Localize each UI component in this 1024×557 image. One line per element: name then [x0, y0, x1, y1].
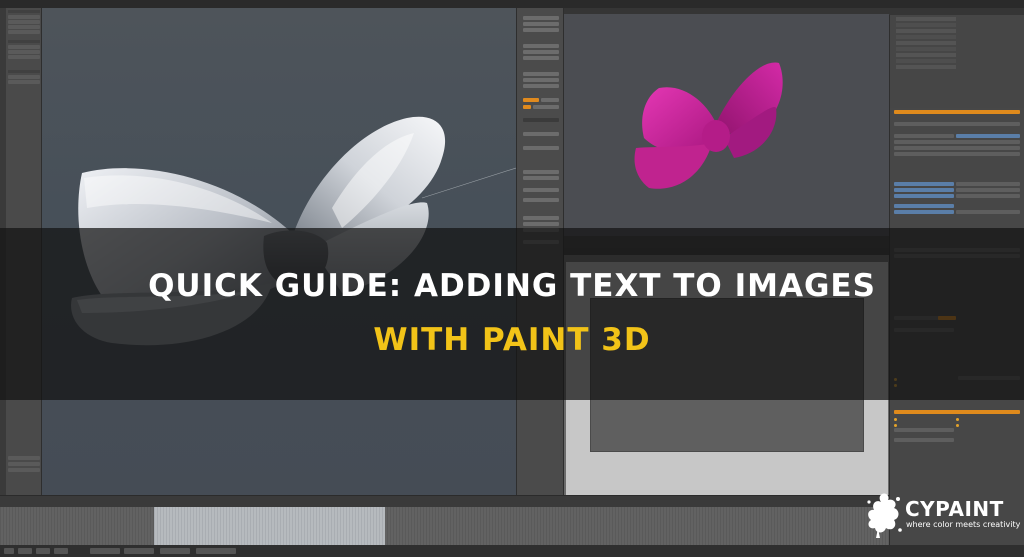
view-toggle[interactable]: [541, 98, 559, 102]
lock-field[interactable]: [533, 105, 559, 109]
resolution-field[interactable]: [894, 188, 954, 192]
scale-field[interactable]: [523, 72, 559, 76]
aspect-field[interactable]: [894, 210, 954, 214]
bake-tab-bar[interactable]: [894, 410, 1020, 414]
bake-option-dot[interactable]: [894, 418, 897, 421]
playback-controls[interactable]: [196, 548, 236, 554]
title-line-2: WITH PAINT 3D: [373, 322, 651, 358]
render-viewport[interactable]: [564, 8, 889, 248]
lens-field[interactable]: [523, 170, 559, 174]
shelf-button[interactable]: [8, 55, 40, 59]
shelf-button[interactable]: [8, 462, 40, 466]
outliner-header: [889, 8, 1024, 15]
frame-menu-button[interactable]: [54, 548, 68, 554]
top-menu-bar: [0, 0, 1024, 8]
title-banner: [0, 228, 1024, 400]
shelf-header: [8, 10, 40, 13]
display-field[interactable]: [523, 188, 559, 192]
shelf-button[interactable]: [8, 20, 40, 24]
logo-wordmark: CYPAINT: [905, 497, 1004, 521]
location-field[interactable]: [523, 16, 559, 20]
display-field[interactable]: [523, 198, 559, 202]
logo-tagline: where color meets creativity: [906, 520, 1021, 529]
bake-option-dot[interactable]: [956, 418, 959, 421]
clip-field[interactable]: [523, 132, 559, 136]
aspect-field[interactable]: [894, 204, 954, 208]
shelf-button[interactable]: [8, 80, 40, 84]
timeline-header: [0, 495, 889, 507]
lens-field[interactable]: [523, 176, 559, 180]
marker-menu-button[interactable]: [36, 548, 50, 554]
editor-type-button[interactable]: [4, 548, 14, 554]
outliner-row[interactable]: [896, 59, 956, 63]
outliner-row[interactable]: [896, 65, 956, 69]
render-field[interactable]: [894, 140, 1020, 144]
outliner-row[interactable]: [896, 47, 956, 51]
scale-field[interactable]: [523, 78, 559, 82]
view-menu-button[interactable]: [18, 548, 32, 554]
shelf-header: [8, 40, 40, 43]
start-frame-field[interactable]: [90, 548, 120, 554]
view-toggle-active[interactable]: [523, 98, 539, 102]
resolution-field[interactable]: [894, 194, 954, 198]
current-frame-field[interactable]: [160, 548, 190, 554]
render-view-header: [564, 8, 889, 14]
shelf-button[interactable]: [8, 456, 40, 460]
resolution-field[interactable]: [894, 182, 954, 186]
render-field[interactable]: [894, 134, 954, 138]
fps-field[interactable]: [956, 210, 1020, 214]
render-field-active[interactable]: [956, 134, 1020, 138]
lock-toggle[interactable]: [523, 105, 531, 109]
shelf-button[interactable]: [8, 468, 40, 472]
properties-tab-bar[interactable]: [894, 110, 1020, 114]
shelf-button[interactable]: [8, 25, 40, 29]
cursor-field[interactable]: [523, 222, 559, 226]
outliner-row[interactable]: [896, 41, 956, 45]
bake-field[interactable]: [894, 438, 954, 442]
render-field[interactable]: [894, 122, 1020, 126]
shelf-button[interactable]: [8, 15, 40, 19]
scale-field[interactable]: [523, 84, 559, 88]
outliner-row[interactable]: [896, 17, 956, 21]
rotation-field[interactable]: [523, 56, 559, 60]
bake-option-dot[interactable]: [894, 424, 897, 427]
pink-bow-model: [634, 62, 783, 189]
outliner-row[interactable]: [896, 35, 956, 39]
shelf-button[interactable]: [8, 30, 40, 34]
shelf-button[interactable]: [8, 45, 40, 49]
rotation-field[interactable]: [523, 50, 559, 54]
sequence-strip-selected[interactable]: [154, 507, 385, 545]
sequence-strip[interactable]: [0, 507, 889, 545]
paint-splash-icon: [867, 493, 902, 538]
location-field[interactable]: [523, 28, 559, 32]
shelf-button[interactable]: [8, 50, 40, 54]
outliner-row[interactable]: [896, 29, 956, 33]
outliner-row[interactable]: [896, 53, 956, 57]
shelf-header: [8, 70, 40, 73]
frame-range-field[interactable]: [956, 188, 1020, 192]
frame-range-field[interactable]: [956, 182, 1020, 186]
bake-field[interactable]: [894, 428, 954, 432]
rotation-field[interactable]: [523, 44, 559, 48]
render-field[interactable]: [894, 146, 1020, 150]
outliner-row[interactable]: [896, 23, 956, 27]
frame-range-field[interactable]: [956, 194, 1020, 198]
shelf-button[interactable]: [8, 75, 40, 79]
layer-field[interactable]: [523, 118, 559, 122]
cursor-field[interactable]: [523, 216, 559, 220]
location-field[interactable]: [523, 22, 559, 26]
clip-field[interactable]: [523, 146, 559, 150]
title-line-1: QUICK GUIDE: ADDING TEXT TO IMAGES: [148, 268, 876, 304]
end-frame-field[interactable]: [124, 548, 154, 554]
render-field[interactable]: [894, 152, 1020, 156]
bake-option-dot[interactable]: [956, 424, 959, 427]
